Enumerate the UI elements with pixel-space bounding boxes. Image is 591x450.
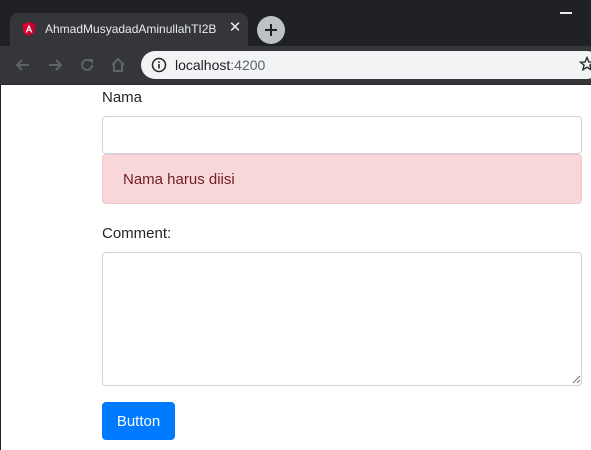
new-tab-button[interactable] — [257, 16, 285, 44]
url-host: localhost — [175, 57, 231, 73]
close-tab-icon[interactable]: ✕ — [227, 19, 243, 35]
forward-arrow-icon[interactable] — [46, 56, 64, 74]
nama-error-alert: Nama harus diisi — [102, 154, 582, 204]
window-edge — [0, 85, 1, 450]
browser-tab[interactable]: AhmadMusyadadAminullahTI2B ✕ — [10, 13, 248, 46]
address-bar[interactable]: localhost:4200 — [141, 51, 591, 79]
url-text: localhost:4200 — [175, 57, 265, 73]
browser-toolbar: localhost:4200 — [0, 46, 591, 85]
angular-icon — [22, 22, 36, 36]
bookmark-star-icon[interactable] — [579, 56, 591, 72]
minimize-window-icon[interactable] — [560, 12, 572, 14]
info-icon[interactable] — [151, 57, 167, 73]
nama-label: Nama — [102, 89, 143, 106]
url-port: :4200 — [230, 57, 266, 73]
plus-icon — [265, 24, 277, 36]
resize-grip-icon[interactable] — [571, 374, 581, 384]
submit-button[interactable]: Button — [102, 402, 175, 440]
comment-textarea[interactable] — [102, 252, 582, 386]
reload-icon[interactable] — [78, 56, 96, 74]
browser-titlebar: AhmadMusyadadAminullahTI2B ✕ — [0, 0, 591, 46]
home-icon[interactable] — [109, 56, 127, 74]
nama-input[interactable] — [102, 116, 582, 154]
back-arrow-icon[interactable] — [14, 56, 32, 74]
tab-title: AhmadMusyadadAminullahTI2B — [45, 22, 217, 36]
comment-label: Comment: — [102, 225, 172, 242]
